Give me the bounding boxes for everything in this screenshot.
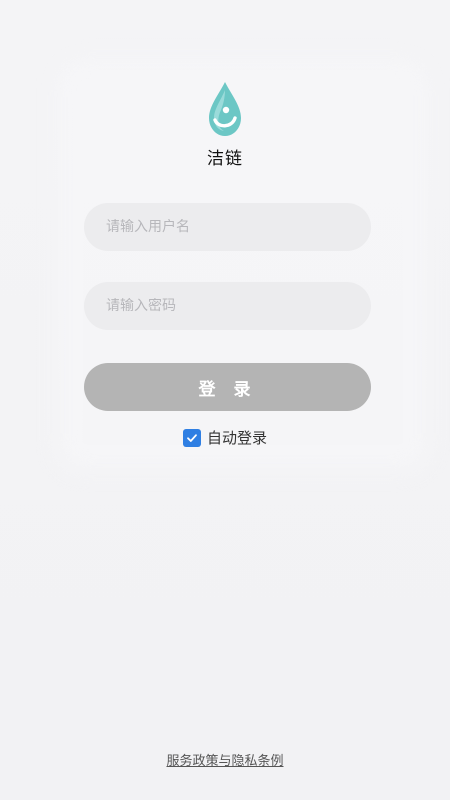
auto-login-label: 自动登录: [206, 429, 267, 447]
login-screen: 洁链 登 录 自动登录 服务政策与隐私条例: [0, 0, 450, 800]
policy-footer: 服务政策与隐私条例: [0, 750, 450, 769]
login-button[interactable]: 登 录: [84, 363, 371, 411]
username-input[interactable]: [106, 219, 371, 235]
password-field[interactable]: [84, 282, 371, 330]
checkmark-icon: [187, 433, 197, 442]
password-input[interactable]: [106, 298, 371, 314]
water-drop-logo-icon: [209, 82, 241, 136]
app-name: 洁链: [207, 149, 243, 169]
auto-login-checkbox[interactable]: [182, 428, 201, 447]
policy-link[interactable]: 服务政策与隐私条例: [166, 754, 283, 769]
auto-login-row[interactable]: 自动登录: [0, 427, 450, 448]
username-field[interactable]: [84, 203, 371, 251]
logo-area: 洁链: [0, 80, 450, 169]
